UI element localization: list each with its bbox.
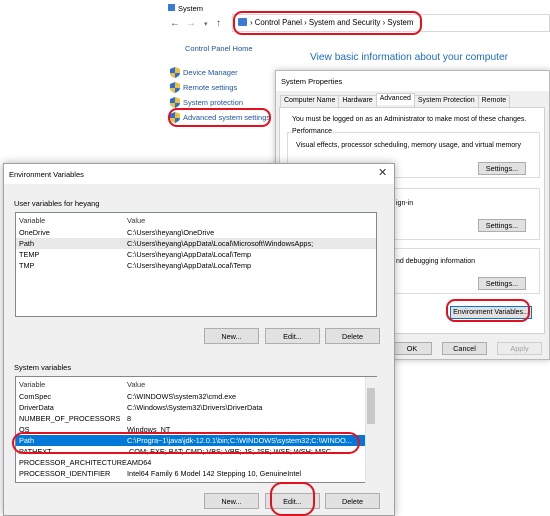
user-variables-label: User variables for heyang bbox=[14, 199, 100, 208]
page-title: View basic information about your comput… bbox=[310, 52, 509, 63]
back-arrow-icon[interactable]: ← bbox=[170, 18, 180, 29]
device-manager-link[interactable]: Device Manager bbox=[183, 68, 238, 77]
environment-variables-title: Environment Variables bbox=[9, 170, 84, 179]
variable-value: C:\Users\heyang\AppData\Local\Temp bbox=[127, 250, 252, 259]
variable-value: C:\Users\heyang\AppData\Local\Temp bbox=[127, 261, 252, 270]
tab-remote[interactable]: Remote bbox=[477, 95, 511, 107]
user-profiles-settings-button[interactable]: Settings... bbox=[478, 219, 526, 232]
variable-name: Path bbox=[19, 239, 35, 248]
value-column-header[interactable]: Value bbox=[127, 216, 145, 225]
variable-value: AMD64 bbox=[127, 458, 152, 467]
annotation-circle-breadcrumb bbox=[233, 11, 422, 35]
table-row[interactable]: TEMP C:\Users\heyang\AppData\Local\Temp bbox=[16, 249, 376, 260]
apply-button[interactable]: Apply bbox=[497, 342, 542, 355]
system-variables-list[interactable]: Variable Value ComSpec C:\WINDOWS\system… bbox=[15, 376, 377, 483]
annotation-circle-path-row bbox=[12, 432, 360, 454]
system-window-icon bbox=[168, 4, 175, 11]
table-row[interactable]: Path C:\Users\heyang\AppData\Local\Micro… bbox=[16, 238, 376, 249]
annotation-circle-env-vars bbox=[446, 299, 530, 322]
system-protection-link[interactable]: System protection bbox=[183, 98, 243, 107]
shield-icon bbox=[170, 67, 180, 78]
shield-icon bbox=[170, 97, 180, 108]
admin-note: You must be logged on as an Administrato… bbox=[292, 116, 527, 123]
variable-name: ComSpec bbox=[19, 392, 52, 401]
user-delete-button[interactable]: Delete bbox=[325, 328, 380, 344]
variable-column-header[interactable]: Variable bbox=[19, 380, 45, 389]
variable-name: PROCESSOR_ARCHITECTURE bbox=[19, 458, 127, 467]
list-header: Variable Value bbox=[16, 215, 376, 226]
scrollbar-thumb[interactable] bbox=[367, 388, 375, 424]
system-properties-title: System Properties bbox=[281, 77, 343, 86]
ok-button[interactable]: OK bbox=[392, 342, 432, 355]
table-row[interactable]: NUMBER_OF_PROCESSORS 8 bbox=[16, 413, 376, 424]
table-row[interactable]: ComSpec C:\WINDOWS\system32\cmd.exe bbox=[16, 391, 376, 402]
table-row[interactable]: OneDrive C:\Users\heyang\OneDrive bbox=[16, 227, 376, 238]
annotation-circle-edit bbox=[270, 482, 315, 516]
user-profiles-description: ign-in bbox=[396, 200, 414, 207]
remote-settings-link[interactable]: Remote settings bbox=[183, 83, 237, 92]
variable-value: C:\WINDOWS\system32\cmd.exe bbox=[127, 392, 237, 401]
variable-value: C:\Users\heyang\OneDrive bbox=[127, 228, 215, 237]
tab-advanced[interactable]: Advanced bbox=[375, 93, 415, 105]
forward-arrow-icon[interactable]: → bbox=[186, 18, 196, 29]
table-row[interactable]: PROCESSOR_ARCHITECTURE AMD64 bbox=[16, 457, 376, 468]
close-icon[interactable]: ✕ bbox=[378, 166, 387, 179]
up-arrow-icon[interactable]: ↑ bbox=[216, 18, 221, 29]
shield-icon bbox=[170, 82, 180, 93]
value-column-header[interactable]: Value bbox=[127, 380, 145, 389]
table-row[interactable]: TMP C:\Users\heyang\AppData\Local\Temp bbox=[16, 260, 376, 271]
variable-name: TEMP bbox=[19, 250, 40, 259]
startup-recovery-settings-button[interactable]: Settings... bbox=[478, 277, 526, 290]
cancel-button[interactable]: Cancel bbox=[442, 342, 487, 355]
system-properties-tabs: Computer Name Hardware Advanced System P… bbox=[280, 93, 511, 107]
variable-value: C:\Users\heyang\AppData\Local\Microsoft\… bbox=[127, 239, 314, 248]
performance-settings-button[interactable]: Settings... bbox=[478, 162, 526, 175]
tab-system-protection[interactable]: System Protection bbox=[413, 95, 479, 107]
chevron-down-icon[interactable]: ▾ bbox=[204, 20, 208, 28]
variable-name: DriverData bbox=[19, 403, 54, 412]
table-row[interactable]: PROCESSOR_IDENTIFIER Intel64 Family 6 Mo… bbox=[16, 468, 376, 479]
system-variables-label: System variables bbox=[14, 363, 72, 372]
variable-name: OneDrive bbox=[19, 228, 50, 237]
variable-name: PROCESSOR_IDENTIFIER bbox=[19, 469, 111, 478]
table-row[interactable]: DriverData C:\Windows\System32\Drivers\D… bbox=[16, 402, 376, 413]
variable-name: NUMBER_OF_PROCESSORS bbox=[19, 414, 121, 423]
variable-value: 8 bbox=[127, 414, 132, 423]
tab-computer-name[interactable]: Computer Name bbox=[280, 95, 340, 107]
system-window-title: System bbox=[178, 4, 204, 13]
variable-column-header[interactable]: Variable bbox=[19, 216, 45, 225]
user-edit-button[interactable]: Edit... bbox=[265, 328, 320, 344]
system-new-button[interactable]: New... bbox=[204, 493, 259, 509]
performance-label: Performance bbox=[291, 128, 334, 135]
system-delete-button[interactable]: Delete bbox=[325, 493, 380, 509]
user-new-button[interactable]: New... bbox=[204, 328, 259, 344]
performance-description: Visual effects, processor scheduling, me… bbox=[296, 142, 522, 149]
annotation-circle-advanced-settings bbox=[168, 108, 271, 127]
variable-name: TMP bbox=[19, 261, 35, 270]
variable-value: C:\Windows\System32\Drivers\DriverData bbox=[127, 403, 263, 412]
startup-recovery-description: nd debugging information bbox=[396, 258, 476, 265]
control-panel-home-link[interactable]: Control Panel Home bbox=[185, 44, 253, 53]
list-header: Variable Value bbox=[16, 379, 376, 390]
user-variables-list[interactable]: Variable Value OneDrive C:\Users\heyang\… bbox=[15, 212, 377, 317]
variable-value: Intel64 Family 6 Model 142 Stepping 10, … bbox=[127, 469, 302, 478]
tab-hardware[interactable]: Hardware bbox=[338, 95, 377, 107]
